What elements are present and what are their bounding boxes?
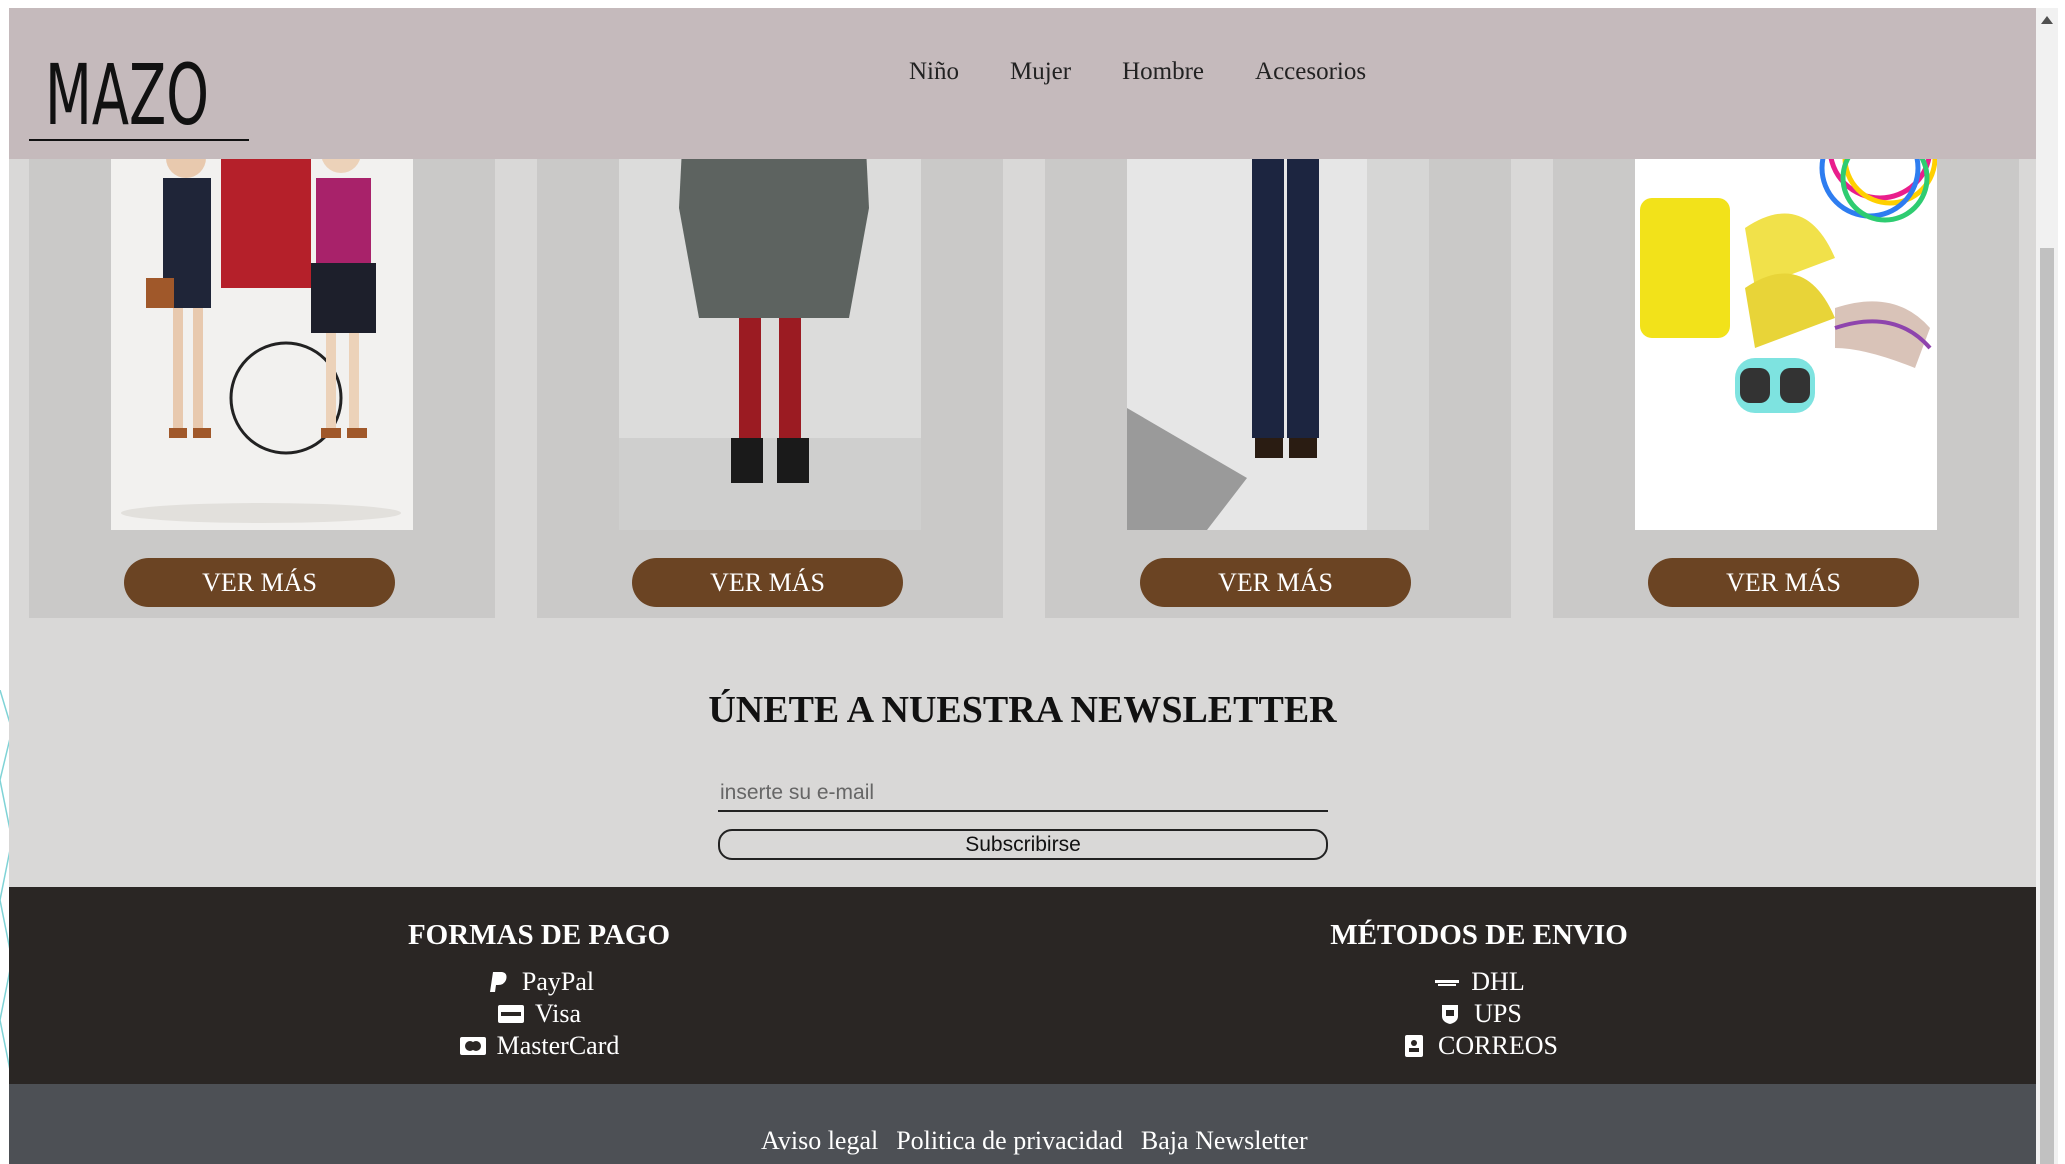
ups-icon (1442, 1005, 1459, 1024)
newsletter-email-input[interactable] (718, 776, 1328, 812)
shipping-methods: MÉTODOS DE ENVIO DHL UPS CORREOS (1259, 919, 1699, 1062)
footer-links: Aviso legal Politica de privacidad Baja … (761, 1126, 1308, 1156)
scroll-thumb[interactable] (2040, 248, 2054, 1164)
payment-item-visa: Visa (319, 998, 759, 1030)
visa-icon (497, 1005, 524, 1023)
shipping-title: MÉTODOS DE ENVIO (1330, 919, 1628, 951)
link-aviso-legal[interactable]: Aviso legal (761, 1126, 878, 1156)
nav-item-accesorios[interactable]: Accesorios (1255, 58, 1366, 86)
shipping-item-dhl: DHL (1259, 966, 1699, 998)
browser-viewport: VER MÁS VER MÁS VER MÁS VER MÁS MAZO Niñ… (9, 8, 2036, 1164)
mazo-logo[interactable]: MAZO (21, 28, 251, 146)
footer-info: FORMAS DE PAGO PayPal Visa MasterCard MÉ… (9, 887, 2036, 1084)
footer-legal: Aviso legal Politica de privacidad Baja … (9, 1084, 2036, 1164)
correos-icon (1405, 1035, 1424, 1057)
site-header: MAZO Niño Mujer Hombre Accesorios (9, 8, 2036, 159)
logo-text: MAZO (45, 46, 209, 144)
payment-methods: FORMAS DE PAGO PayPal Visa MasterCard (319, 919, 759, 1062)
vertical-scrollbar[interactable] (2036, 8, 2058, 1164)
payment-item-mastercard: MasterCard (319, 1030, 759, 1062)
payment-label: Visa (534, 999, 582, 1028)
scroll-up-arrow-icon[interactable] (2041, 16, 2053, 24)
shipping-label: CORREOS (1438, 1031, 1558, 1060)
nav-item-hombre[interactable]: Hombre (1122, 58, 1204, 86)
nav-item-mujer[interactable]: Mujer (1010, 58, 1071, 86)
ver-mas-button-hombre[interactable]: VER MÁS (1140, 558, 1411, 607)
shipping-item-ups: UPS (1259, 998, 1699, 1030)
payment-label: PayPal (521, 967, 595, 996)
payment-title: FORMAS DE PAGO (407, 919, 671, 951)
shipping-label: UPS (1474, 999, 1522, 1028)
dhl-icon (1435, 980, 1460, 986)
nav-item-nino[interactable]: Niño (909, 58, 959, 86)
main-nav: Niño Mujer Hombre Accesorios (909, 58, 1366, 86)
mastercard-icon (459, 1037, 486, 1055)
ver-mas-button-nino[interactable]: VER MÁS (124, 558, 395, 607)
payment-label: MasterCard (496, 1031, 620, 1060)
ver-mas-button-mujer[interactable]: VER MÁS (632, 558, 903, 607)
subscribe-button[interactable]: Subscribirse (718, 829, 1328, 860)
payment-item-paypal: PayPal (319, 966, 759, 998)
link-baja-newsletter[interactable]: Baja Newsletter (1141, 1126, 1308, 1156)
shipping-item-correos: CORREOS (1259, 1030, 1699, 1062)
shipping-label: DHL (1471, 967, 1525, 996)
newsletter-title: ÚNETE A NUESTRA NEWSLETTER (708, 689, 1337, 731)
ver-mas-button-accesorios[interactable]: VER MÁS (1648, 558, 1919, 607)
link-politica-privacidad[interactable]: Politica de privacidad (896, 1126, 1123, 1156)
paypal-icon (489, 972, 507, 992)
